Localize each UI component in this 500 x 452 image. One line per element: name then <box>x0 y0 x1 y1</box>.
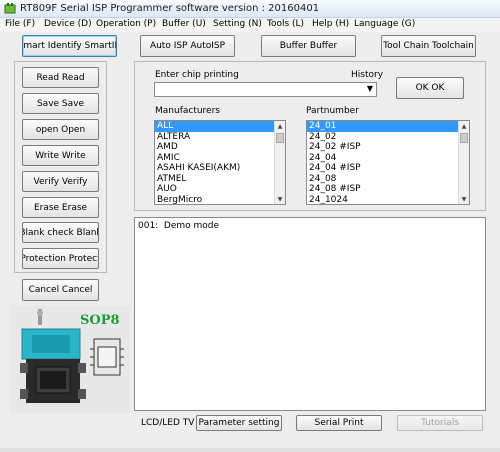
protection-button[interactable]: Protection Protect <box>22 248 99 269</box>
chip-printing-label: Enter chip printing <box>155 70 239 80</box>
log-output[interactable]: 001: Demo mode <box>134 217 486 411</box>
menu-file[interactable]: File (F) <box>5 19 35 29</box>
smart-identify-button[interactable]: Smart Identify SmartID <box>22 35 117 57</box>
save-button[interactable]: Save Save <box>22 93 99 114</box>
tool-chain-button[interactable]: Tool Chain Toolchain <box>381 35 476 57</box>
partnumber-list[interactable]: 24_01 24_02 24_02 #ISP 24_04 24_04 #ISP … <box>306 120 470 205</box>
menu-bar: File (F) Device (D) Operation (P) Buffer… <box>0 18 500 32</box>
menu-tools[interactable]: Tools (L) <box>267 19 304 29</box>
menu-setting[interactable]: Setting (N) <box>213 19 262 29</box>
scrollbar-thumb[interactable] <box>276 133 284 143</box>
tutorials-button[interactable]: Tutorials <box>397 415 483 431</box>
menu-language[interactable]: Language (G) <box>354 19 415 29</box>
list-item[interactable]: 24_01 <box>307 121 469 132</box>
partnumber-scrollbar[interactable]: ▲ ▼ <box>458 121 469 204</box>
scrollbar-thumb[interactable] <box>460 133 468 143</box>
verify-button[interactable]: Verify Verify <box>22 171 99 192</box>
menu-help[interactable]: Help (H) <box>312 19 349 29</box>
list-item[interactable]: AUO <box>155 184 285 195</box>
chevron-down-icon[interactable]: ▼ <box>367 84 373 93</box>
scroll-up-icon[interactable]: ▲ <box>459 121 469 131</box>
list-item[interactable]: ATMEL <box>155 174 285 185</box>
cancel-button[interactable]: Cancel Cancel <box>22 279 99 301</box>
window-title: RT809F Serial ISP Programmer software ve… <box>20 3 320 14</box>
scroll-down-icon[interactable]: ▼ <box>459 194 469 204</box>
parameter-setting-button[interactable]: Parameter setting <box>196 415 282 431</box>
erase-button[interactable]: Erase Erase <box>22 197 99 218</box>
ok-button[interactable]: OK OK <box>396 77 464 99</box>
sop8-label: SOP8 <box>80 313 120 328</box>
chip-printing-combobox[interactable]: ▼ <box>154 82 377 97</box>
list-item[interactable]: AMIC <box>155 153 285 164</box>
list-item[interactable]: 24_04 #ISP <box>307 163 469 174</box>
history-label: History <box>351 70 384 80</box>
manufacturers-label: Manufacturers <box>155 106 220 116</box>
list-item[interactable]: ASAHI KASEI(AKM) <box>155 163 285 174</box>
manufacturers-scrollbar[interactable]: ▲ ▼ <box>274 121 285 204</box>
partnumber-label: Partnumber <box>306 106 359 116</box>
read-button[interactable]: Read Read <box>22 67 99 88</box>
menu-buffer[interactable]: Buffer (U) <box>162 19 206 29</box>
list-item[interactable]: ALTERA <box>155 132 285 143</box>
auto-isp-button[interactable]: Auto ISP AutoISP <box>140 35 235 57</box>
list-item[interactable]: 24_1024 <box>307 195 469 205</box>
scroll-up-icon[interactable]: ▲ <box>275 121 285 131</box>
title-bar: RT809F Serial ISP Programmer software ve… <box>0 0 500 18</box>
write-button[interactable]: Write Write <box>22 145 99 166</box>
manufacturers-list[interactable]: ALL ALTERA AMD AMIC ASAHI KASEI(AKM) ATM… <box>154 120 286 205</box>
list-item[interactable]: 24_02 #ISP <box>307 142 469 153</box>
log-line: 001: Demo mode <box>138 221 220 231</box>
buffer-button[interactable]: Buffer Buffer <box>261 35 356 57</box>
menu-device[interactable]: Device (D) <box>44 19 92 29</box>
app-icon <box>4 3 16 14</box>
list-item[interactable]: 24_08 <box>307 174 469 185</box>
scroll-down-icon[interactable]: ▼ <box>275 194 285 204</box>
serial-print-button[interactable]: Serial Print <box>296 415 382 431</box>
list-item[interactable]: ALL <box>155 121 285 132</box>
list-item[interactable]: 24_02 <box>307 132 469 143</box>
list-item[interactable]: 24_08 #ISP <box>307 184 469 195</box>
list-item[interactable]: AMD <box>155 142 285 153</box>
open-button[interactable]: open Open <box>22 119 99 140</box>
status-bar <box>0 448 500 452</box>
menu-operation[interactable]: Operation (P) <box>96 19 156 29</box>
list-item[interactable]: 24_04 <box>307 153 469 164</box>
blank-check-button[interactable]: Blank check Blank <box>22 222 99 243</box>
list-item[interactable]: BergMicro <box>155 195 285 205</box>
